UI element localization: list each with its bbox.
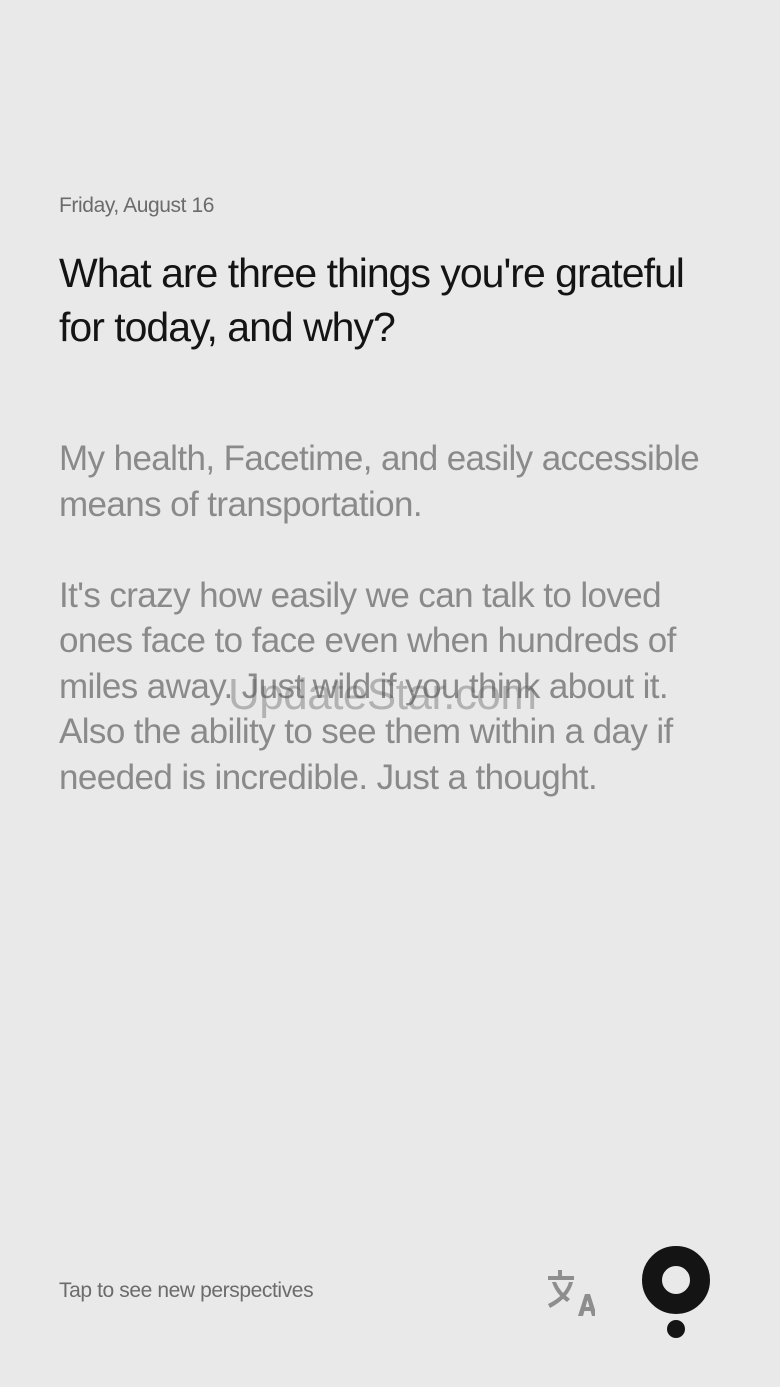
- app-logo-icon[interactable]: [640, 1244, 712, 1340]
- prompt-question: What are three things you're grateful fo…: [59, 250, 685, 350]
- entry-date: Friday, August 16: [59, 194, 215, 217]
- footer-hint: Tap to see new perspectives: [59, 1279, 314, 1302]
- entry-answer: My health, Facetime, and easily accessib…: [59, 439, 700, 797]
- translate-icon[interactable]: [545, 1266, 595, 1320]
